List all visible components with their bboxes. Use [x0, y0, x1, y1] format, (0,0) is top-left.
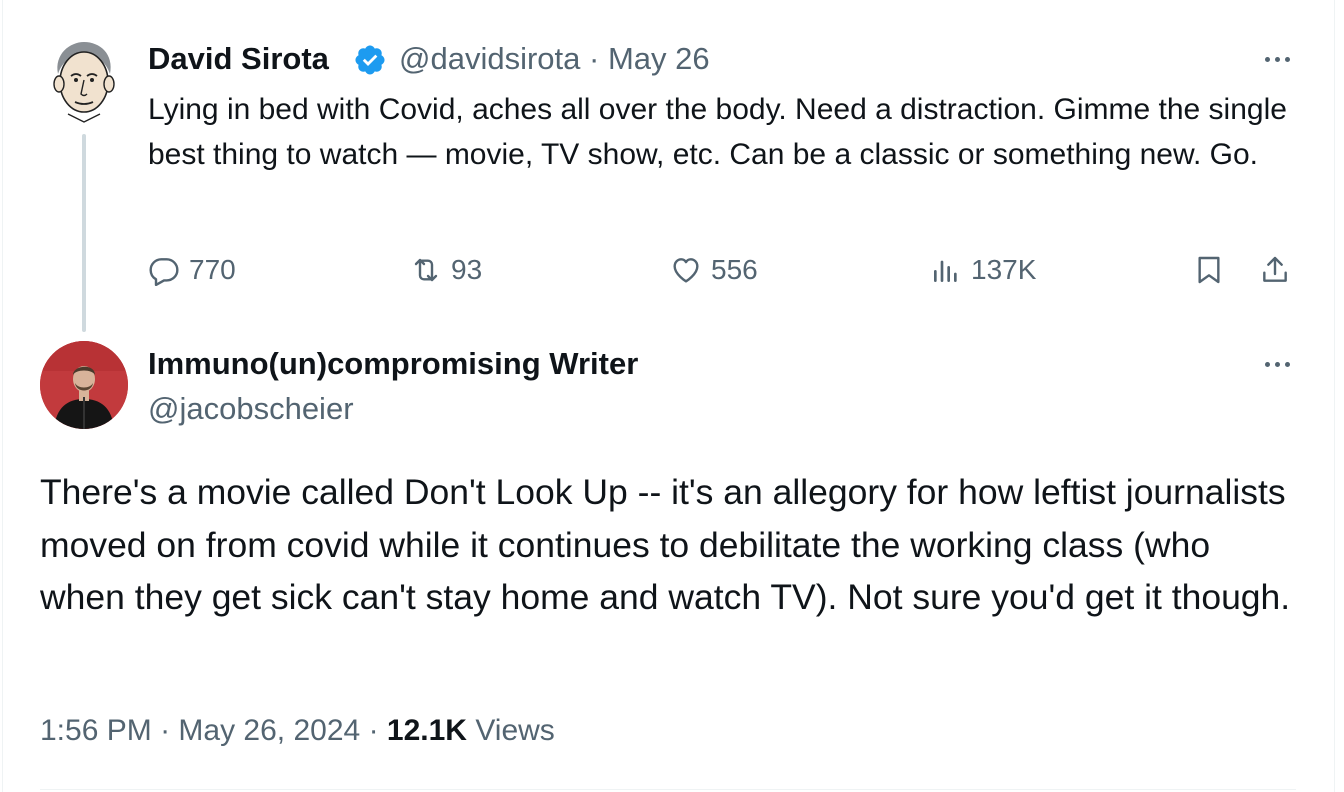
repost-count: 93 [451, 254, 483, 285]
verified-badge-icon [353, 43, 387, 77]
repost-icon [414, 258, 438, 282]
thread-connector-line [82, 134, 86, 332]
reply-author-handle[interactable]: @jacobscheier [148, 391, 354, 427]
views-button[interactable]: 137K [930, 252, 1036, 288]
views-icon [934, 260, 957, 282]
divider [40, 789, 1296, 790]
bookmark-icon [1198, 256, 1220, 284]
reply-tweet-text: There's a movie called Don't Look Up -- … [40, 472, 1291, 617]
post-metadata: 1:56 PM · May 26, 2024 · 12.1K Views [40, 714, 555, 748]
repost-button[interactable]: 93 [410, 252, 482, 288]
like-button[interactable]: 556 [670, 252, 758, 288]
reply-button[interactable]: 770 [148, 252, 236, 288]
separator-dot: · [589, 41, 600, 76]
original-tweet-text: Lying in bed with Covid, aches all over … [148, 93, 1287, 171]
reply-icon [149, 258, 179, 286]
post-date[interactable]: May 26 [608, 41, 710, 76]
jacob-scheier-avatar[interactable] [40, 341, 128, 429]
right-border [1334, 0, 1335, 792]
views-total: 12.1K [386, 714, 467, 747]
separator-dot: · [160, 714, 171, 747]
post-full-date[interactable]: May 26, 2024 [178, 714, 360, 747]
author-handle[interactable]: @davidsirota [399, 41, 580, 76]
author-name[interactable]: David Sirota [148, 41, 329, 77]
like-count: 556 [711, 254, 758, 285]
more-options-icon[interactable] [1255, 45, 1299, 73]
bookmark-button[interactable] [1193, 252, 1225, 288]
author-handle-and-date[interactable]: @davidsirota · May 26 [399, 41, 710, 77]
share-icon [1263, 256, 1287, 282]
post-time[interactable]: 1:56 PM [40, 714, 152, 747]
david-sirota-avatar[interactable] [40, 36, 128, 124]
separator-dot: · [368, 714, 379, 747]
reply-author-name[interactable]: Immuno(un)compromising Writer [148, 346, 638, 382]
more-options-icon[interactable] [1255, 350, 1299, 378]
share-button[interactable] [1259, 252, 1291, 288]
views-count: 137K [971, 254, 1037, 285]
like-icon [673, 258, 699, 283]
views-label: Views [475, 714, 555, 747]
left-border [2, 0, 3, 792]
reply-count: 770 [189, 254, 236, 285]
